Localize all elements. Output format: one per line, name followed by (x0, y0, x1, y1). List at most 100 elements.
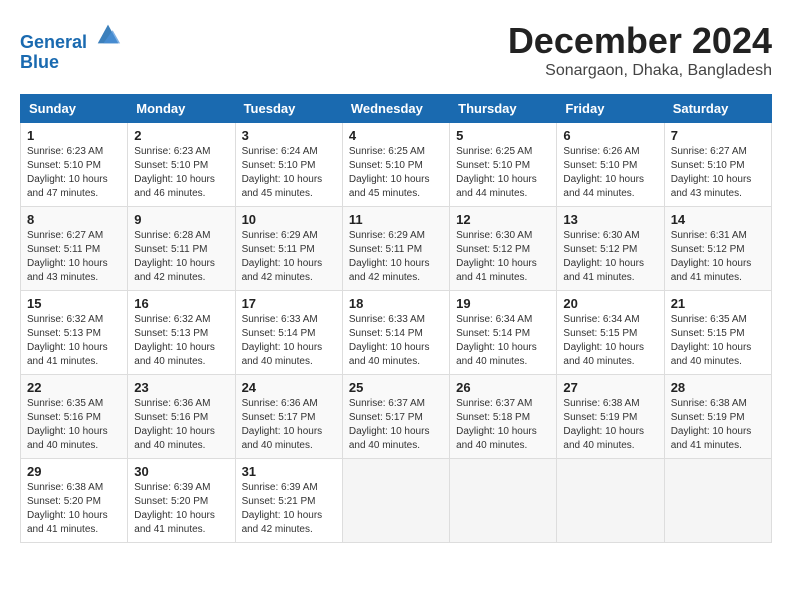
table-row: 13 Sunrise: 6:30 AMSunset: 5:12 PMDayligh… (557, 207, 664, 291)
day-number: 31 (242, 464, 336, 479)
day-number: 26 (456, 380, 550, 395)
table-row (664, 459, 771, 543)
day-info: Sunrise: 6:29 AMSunset: 5:11 PMDaylight:… (242, 229, 336, 285)
table-row (557, 459, 664, 543)
day-number: 19 (456, 296, 550, 311)
calendar-week-row: 15 Sunrise: 6:32 AMSunset: 5:13 PMDayligh… (21, 291, 772, 375)
day-info: Sunrise: 6:35 AMSunset: 5:15 PMDaylight:… (671, 313, 765, 369)
day-number: 10 (242, 212, 336, 227)
col-saturday: Saturday (664, 95, 771, 123)
top-bar: General Blue December 2024 Sonargaon, Dh… (20, 20, 772, 86)
day-info: Sunrise: 6:37 AMSunset: 5:17 PMDaylight:… (349, 397, 443, 453)
day-number: 3 (242, 128, 336, 143)
day-info: Sunrise: 6:32 AMSunset: 5:13 PMDaylight:… (27, 313, 121, 369)
day-info: Sunrise: 6:30 AMSunset: 5:12 PMDaylight:… (456, 229, 550, 285)
day-info: Sunrise: 6:38 AMSunset: 5:20 PMDaylight:… (27, 481, 121, 537)
table-row: 30 Sunrise: 6:39 AMSunset: 5:20 PMDayligh… (128, 459, 235, 543)
day-info: Sunrise: 6:35 AMSunset: 5:16 PMDaylight:… (27, 397, 121, 453)
title-section: December 2024 Sonargaon, Dhaka, Banglade… (508, 20, 772, 80)
day-info: Sunrise: 6:33 AMSunset: 5:14 PMDaylight:… (349, 313, 443, 369)
col-wednesday: Wednesday (342, 95, 449, 123)
table-row: 6 Sunrise: 6:26 AMSunset: 5:10 PMDaylight… (557, 123, 664, 207)
day-info: Sunrise: 6:23 AMSunset: 5:10 PMDaylight:… (134, 145, 228, 201)
day-info: Sunrise: 6:38 AMSunset: 5:19 PMDaylight:… (671, 397, 765, 453)
table-row: 23Sunrise: 6:36 AMSunset: 5:16 PMDayligh… (128, 375, 235, 459)
day-number: 28 (671, 380, 765, 395)
day-number: 22 (27, 380, 121, 395)
day-number: 27 (563, 380, 657, 395)
col-sunday: Sunday (21, 95, 128, 123)
table-row: 4 Sunrise: 6:25 AMSunset: 5:10 PMDaylight… (342, 123, 449, 207)
day-number: 17 (242, 296, 336, 311)
table-row (450, 459, 557, 543)
day-number: 25 (349, 380, 443, 395)
day-number: 8 (27, 212, 121, 227)
day-number: 18 (349, 296, 443, 311)
calendar-week-row: 1Sunrise: 6:23 AMSunset: 5:10 PMDaylight… (21, 123, 772, 207)
table-row: 1Sunrise: 6:23 AMSunset: 5:10 PMDaylight… (21, 123, 128, 207)
col-thursday: Thursday (450, 95, 557, 123)
day-info: Sunrise: 6:30 AMSunset: 5:12 PMDaylight:… (563, 229, 657, 285)
table-row: 3 Sunrise: 6:24 AMSunset: 5:10 PMDaylight… (235, 123, 342, 207)
day-info: Sunrise: 6:28 AMSunset: 5:11 PMDaylight:… (134, 229, 228, 285)
day-number: 7 (671, 128, 765, 143)
day-info: Sunrise: 6:27 AMSunset: 5:10 PMDaylight:… (671, 145, 765, 201)
day-number: 11 (349, 212, 443, 227)
day-info: Sunrise: 6:34 AMSunset: 5:15 PMDaylight:… (563, 313, 657, 369)
calendar-week-row: 8 Sunrise: 6:27 AMSunset: 5:11 PMDaylight… (21, 207, 772, 291)
day-number: 4 (349, 128, 443, 143)
day-info: Sunrise: 6:25 AMSunset: 5:10 PMDaylight:… (349, 145, 443, 201)
day-number: 15 (27, 296, 121, 311)
day-info: Sunrise: 6:23 AMSunset: 5:10 PMDaylight:… (27, 145, 121, 201)
table-row: 21Sunrise: 6:35 AMSunset: 5:15 PMDayligh… (664, 291, 771, 375)
day-number: 5 (456, 128, 550, 143)
table-row: 20Sunrise: 6:34 AMSunset: 5:15 PMDayligh… (557, 291, 664, 375)
day-number: 9 (134, 212, 228, 227)
table-row: 18 Sunrise: 6:33 AMSunset: 5:14 PMDayligh… (342, 291, 449, 375)
day-number: 14 (671, 212, 765, 227)
table-row: 28 Sunrise: 6:38 AMSunset: 5:19 PMDayligh… (664, 375, 771, 459)
day-info: Sunrise: 6:39 AMSunset: 5:21 PMDaylight:… (242, 481, 336, 537)
table-row: 19Sunrise: 6:34 AMSunset: 5:14 PMDayligh… (450, 291, 557, 375)
day-number: 29 (27, 464, 121, 479)
table-row: 27 Sunrise: 6:38 AMSunset: 5:19 PMDayligh… (557, 375, 664, 459)
table-row: 24 Sunrise: 6:36 AMSunset: 5:17 PMDayligh… (235, 375, 342, 459)
calendar-week-row: 29 Sunrise: 6:38 AMSunset: 5:20 PMDayligh… (21, 459, 772, 543)
table-row: 15 Sunrise: 6:32 AMSunset: 5:13 PMDayligh… (21, 291, 128, 375)
day-info: Sunrise: 6:38 AMSunset: 5:19 PMDaylight:… (563, 397, 657, 453)
table-row (342, 459, 449, 543)
day-number: 13 (563, 212, 657, 227)
day-info: Sunrise: 6:36 AMSunset: 5:16 PMDaylight:… (134, 397, 228, 453)
table-row: 26 Sunrise: 6:37 AMSunset: 5:18 PMDayligh… (450, 375, 557, 459)
table-row: 11Sunrise: 6:29 AMSunset: 5:11 PMDayligh… (342, 207, 449, 291)
day-info: Sunrise: 6:24 AMSunset: 5:10 PMDaylight:… (242, 145, 336, 201)
logo-icon (94, 20, 122, 48)
month-title: December 2024 (508, 20, 772, 62)
day-info: Sunrise: 6:37 AMSunset: 5:18 PMDaylight:… (456, 397, 550, 453)
day-info: Sunrise: 6:31 AMSunset: 5:12 PMDaylight:… (671, 229, 765, 285)
table-row: 14 Sunrise: 6:31 AMSunset: 5:12 PMDayligh… (664, 207, 771, 291)
day-info: Sunrise: 6:26 AMSunset: 5:10 PMDaylight:… (563, 145, 657, 201)
table-row: 25 Sunrise: 6:37 AMSunset: 5:17 PMDayligh… (342, 375, 449, 459)
table-row: 29 Sunrise: 6:38 AMSunset: 5:20 PMDayligh… (21, 459, 128, 543)
table-row: 7 Sunrise: 6:27 AMSunset: 5:10 PMDaylight… (664, 123, 771, 207)
logo-general: General (20, 32, 87, 52)
logo-text: General Blue (20, 20, 122, 73)
day-info: Sunrise: 6:27 AMSunset: 5:11 PMDaylight:… (27, 229, 121, 285)
table-row: 9 Sunrise: 6:28 AMSunset: 5:11 PMDaylight… (128, 207, 235, 291)
calendar-header-row: Sunday Monday Tuesday Wednesday Thursday… (21, 95, 772, 123)
col-tuesday: Tuesday (235, 95, 342, 123)
location-subtitle: Sonargaon, Dhaka, Bangladesh (508, 62, 772, 80)
day-number: 6 (563, 128, 657, 143)
day-info: Sunrise: 6:33 AMSunset: 5:14 PMDaylight:… (242, 313, 336, 369)
day-number: 2 (134, 128, 228, 143)
day-info: Sunrise: 6:25 AMSunset: 5:10 PMDaylight:… (456, 145, 550, 201)
day-number: 24 (242, 380, 336, 395)
day-info: Sunrise: 6:39 AMSunset: 5:20 PMDaylight:… (134, 481, 228, 537)
day-number: 30 (134, 464, 228, 479)
table-row: 12Sunrise: 6:30 AMSunset: 5:12 PMDayligh… (450, 207, 557, 291)
col-monday: Monday (128, 95, 235, 123)
day-info: Sunrise: 6:36 AMSunset: 5:17 PMDaylight:… (242, 397, 336, 453)
table-row: 31 Sunrise: 6:39 AMSunset: 5:21 PMDayligh… (235, 459, 342, 543)
logo-blue: Blue (20, 52, 59, 72)
